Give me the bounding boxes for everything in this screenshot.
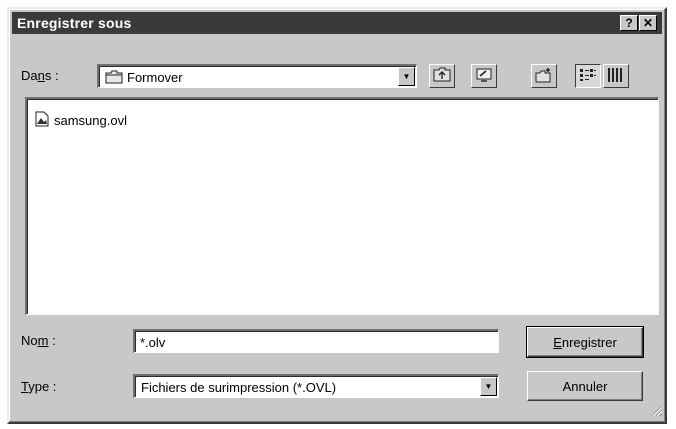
filetype-label: Type : xyxy=(21,379,57,394)
filetype-dropdown[interactable]: Fichiers de surimpression (*.OVL) ▼ xyxy=(133,374,499,398)
chevron-down-icon: ▼ xyxy=(402,72,411,81)
folder-icon xyxy=(105,70,123,87)
file-name: samsung.ovl xyxy=(54,113,127,128)
up-folder-button[interactable] xyxy=(429,64,455,88)
up-folder-icon xyxy=(433,67,451,85)
list-view-icon xyxy=(579,68,597,85)
details-view-icon xyxy=(607,67,625,86)
desktop-icon xyxy=(475,67,493,86)
desktop-button[interactable] xyxy=(471,64,497,88)
title-bar[interactable]: Enregistrer sous ? ✕ xyxy=(12,12,662,34)
resize-grip-icon[interactable] xyxy=(651,405,663,420)
filename-input[interactable]: *.olv xyxy=(133,329,499,353)
file-list[interactable]: samsung.ovl xyxy=(25,97,659,315)
location-label: Dans : xyxy=(21,68,59,83)
save-button[interactable]: Enregistrer xyxy=(526,326,644,358)
new-folder-button[interactable] xyxy=(531,64,557,88)
details-view-button[interactable] xyxy=(603,64,629,88)
save-as-dialog: Enregistrer sous ? ✕ Dans : Formover ▼ s… xyxy=(7,7,667,424)
dialog-title: Enregistrer sous xyxy=(17,15,132,31)
list-view-button[interactable] xyxy=(575,64,601,88)
location-value: Formover xyxy=(127,70,183,85)
filetype-value: Fichiers de surimpression (*.OVL) xyxy=(141,380,337,395)
list-item[interactable]: samsung.ovl xyxy=(35,111,127,130)
new-folder-icon xyxy=(535,67,553,86)
location-dropdown-button[interactable]: ▼ xyxy=(398,67,415,86)
filename-value: *.olv xyxy=(140,335,166,350)
chevron-down-icon: ▼ xyxy=(484,382,493,391)
close-button[interactable]: ✕ xyxy=(639,15,657,31)
file-icon xyxy=(35,111,49,130)
help-button[interactable]: ? xyxy=(620,15,638,31)
filename-label: Nom : xyxy=(21,333,56,348)
filetype-dropdown-button[interactable]: ▼ xyxy=(480,377,497,396)
cancel-button[interactable]: Annuler xyxy=(527,371,643,401)
location-dropdown[interactable]: Formover ▼ xyxy=(97,64,417,88)
